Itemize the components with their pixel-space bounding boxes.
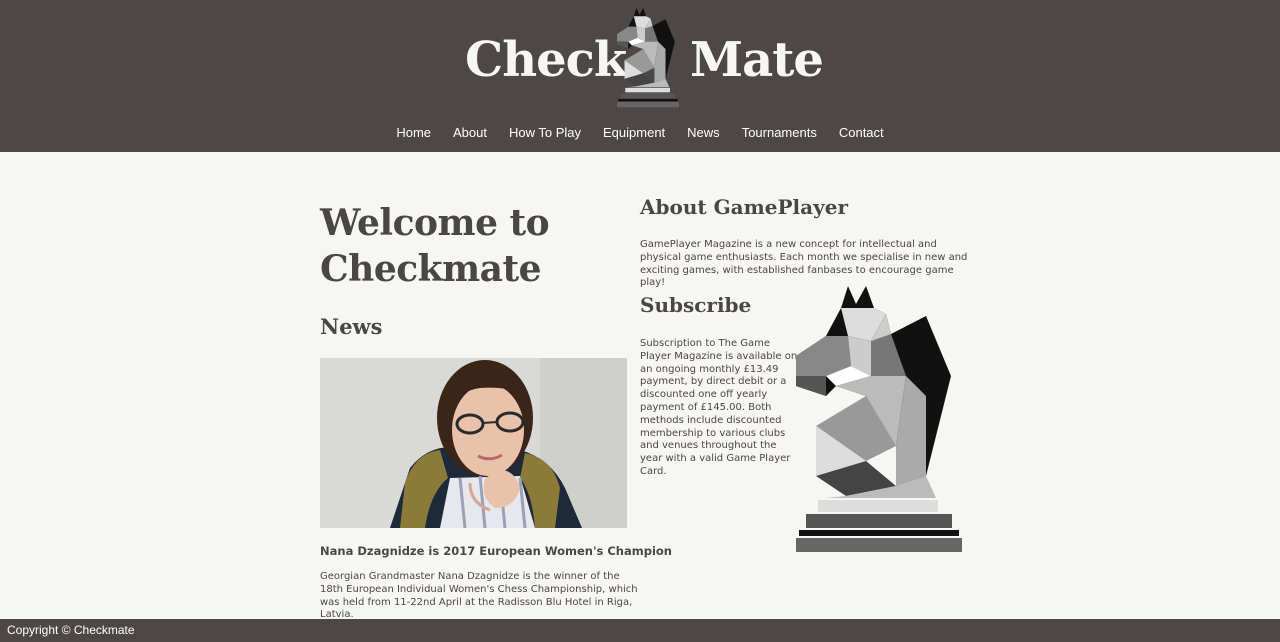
main-nav: Home About How To Play Equipment News To… bbox=[0, 120, 1280, 148]
nav-tournaments[interactable]: Tournaments bbox=[731, 120, 828, 146]
nav-how-to-play[interactable]: How To Play bbox=[498, 120, 592, 146]
site-header: Check Mate Home About How To Play Equipm… bbox=[0, 0, 1280, 152]
subscribe-heading: Subscribe bbox=[640, 293, 752, 317]
nav-contact[interactable]: Contact bbox=[828, 120, 895, 146]
news-heading: News bbox=[320, 314, 383, 339]
news-item-title[interactable]: Nana Dzagnidze is 2017 European Women's … bbox=[320, 544, 672, 558]
nav-news[interactable]: News bbox=[676, 120, 731, 146]
site-logo[interactable]: Check Mate bbox=[0, 0, 1280, 112]
knight-logo-icon bbox=[617, 8, 679, 108]
champion-portrait-image bbox=[320, 358, 627, 528]
subscribe-text: Subscription to The Game Player Magazine… bbox=[640, 338, 798, 477]
news-item-body: Georgian Grandmaster Nana Dzagnidze is t… bbox=[320, 571, 638, 621]
about-text: GamePlayer Magazine is a new concept for… bbox=[640, 239, 968, 289]
nav-about[interactable]: About bbox=[442, 120, 498, 146]
logo-text-mate: Mate bbox=[690, 32, 824, 88]
welcome-heading: Welcome to Checkmate bbox=[320, 202, 550, 290]
knight-illustration-icon bbox=[796, 286, 962, 552]
nav-home[interactable]: Home bbox=[385, 120, 442, 146]
about-heading: About GamePlayer bbox=[640, 195, 848, 219]
logo-text-check: Check bbox=[465, 32, 627, 88]
site-footer: Copyright © Checkmate bbox=[0, 619, 1280, 642]
nav-equipment[interactable]: Equipment bbox=[592, 120, 676, 146]
news-photo bbox=[320, 358, 627, 528]
copyright-text: Copyright © Checkmate bbox=[7, 623, 135, 637]
